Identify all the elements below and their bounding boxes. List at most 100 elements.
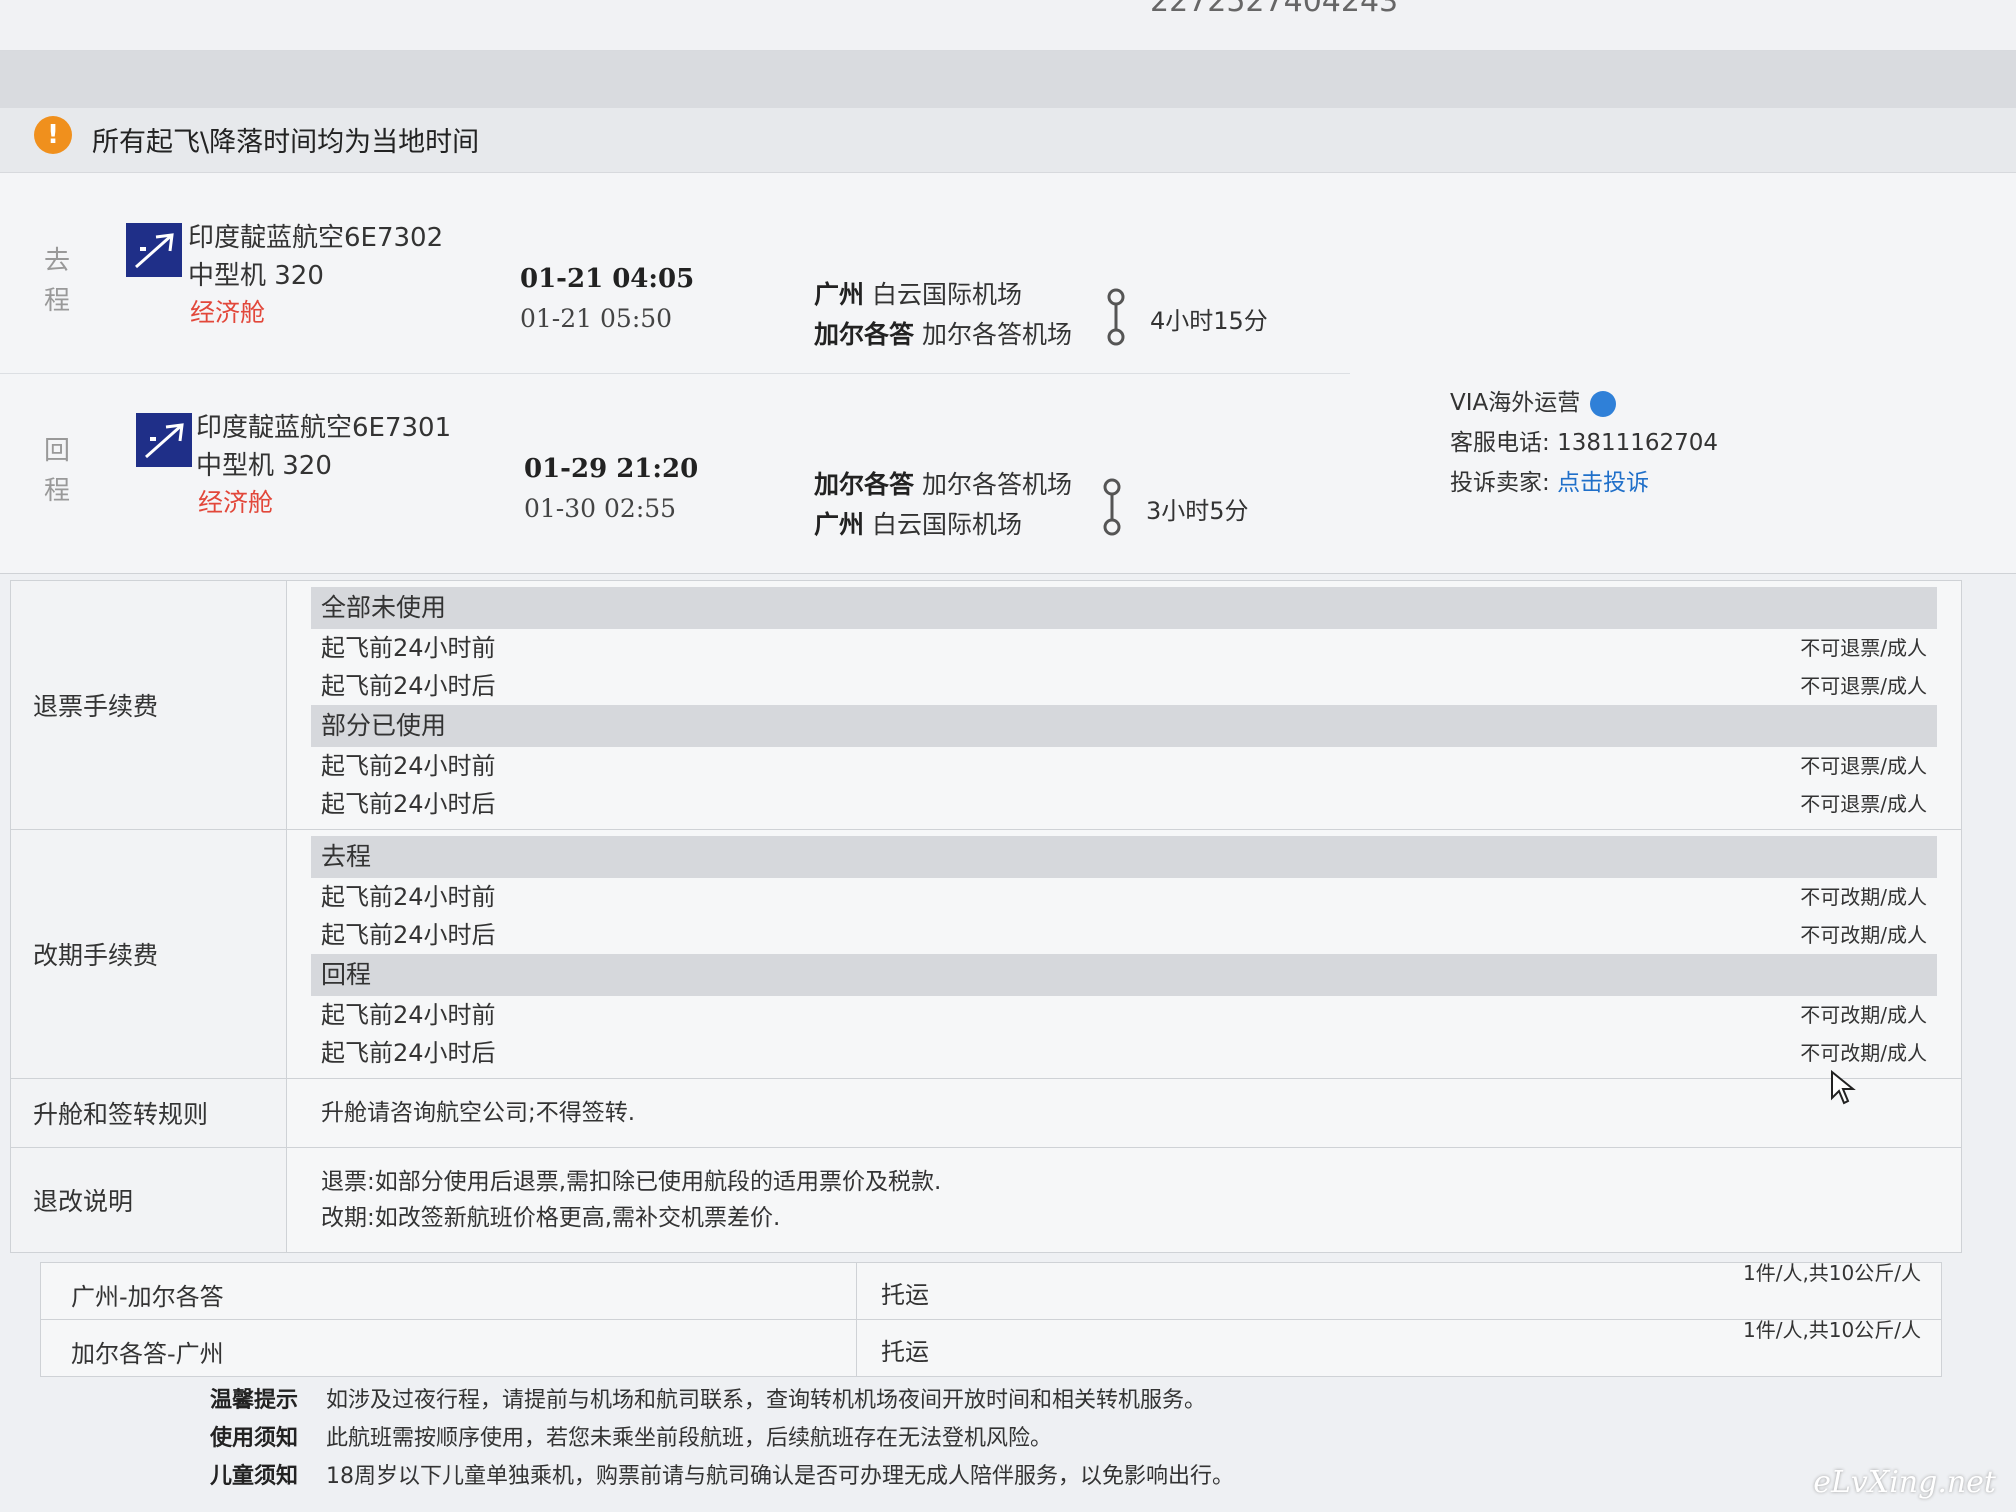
baggage-allowance: 1件/人,共10公斤/人 xyxy=(1742,1318,1921,1342)
rule-fee: 不可退票/成人 xyxy=(1800,792,1927,816)
refund-body: 全部未使用 起飞前24小时前 不可退票/成人 起飞前24小时后 不可退票/成人 部分… xyxy=(287,581,1961,829)
upgrade-section: 升舱和签转规则 升舱请咨询航空公司;不得签转. xyxy=(11,1079,1961,1148)
rule-fee: 不可退票/成人 xyxy=(1800,636,1927,660)
refund-section: 退票手续费 全部未使用 起飞前24小时前 不可退票/成人 起飞前24小时后 不可退票… xyxy=(11,581,1961,830)
change-rule-line: 起飞前24小时前 不可改期/成人 xyxy=(311,996,1937,1034)
route-connector-icon xyxy=(1107,288,1125,346)
explain-text: 退票:如部分使用后退票,需扣除已使用航段的适用票价及税款. 改期:如改签新航班价… xyxy=(311,1154,1937,1246)
baggage-row: 广州-加尔各答 托运 1件/人,共10公斤/人 xyxy=(41,1261,1941,1320)
change-section: 改期手续费 去程 起飞前24小时前 不可改期/成人 起飞前24小时后 不可改期/成人… xyxy=(11,830,1961,1079)
upgrade-text: 升舱请咨询航空公司;不得签转. xyxy=(321,1100,636,1126)
baggage-type: 托运 xyxy=(881,1281,929,1309)
tip-label: 使用须知 xyxy=(210,1426,299,1451)
info-icon[interactable] xyxy=(1590,390,1617,417)
refund-label-cell: 退票手续费 xyxy=(11,581,287,829)
arrive-airport: 白云国际机场 xyxy=(871,510,1022,539)
tip-label: 温馨提示 xyxy=(210,1388,299,1413)
explain-body: 退票:如部分使用后退票,需扣除已使用航段的适用票价及税款. 改期:如改签新航班价… xyxy=(287,1148,1961,1252)
aircraft-type: 中型机 320 xyxy=(188,261,324,291)
airports: 加尔各答 加尔各答机场 广州 白云国际机场 xyxy=(814,465,1072,545)
timezone-notice: ! 所有起飞\降落时间均为当地时间 xyxy=(0,108,2016,173)
notice-text: 所有起飞\降落时间均为当地时间 xyxy=(92,127,480,158)
change-group-title: 回程 xyxy=(311,954,1937,996)
arrive-airport: 加尔各答机场 xyxy=(921,320,1072,349)
airline-info: 印度靛蓝航空6E7301 中型机 320 xyxy=(196,409,451,485)
upgrade-body: 升舱请咨询航空公司;不得签转. xyxy=(287,1079,1961,1147)
refund-label: 退票手续费 xyxy=(33,692,159,721)
aircraft-type: 中型机 320 xyxy=(196,451,332,481)
baggage-row: 加尔各答-广州 托运 1件/人,共10公斤/人 xyxy=(41,1318,1941,1376)
rule-text: 起飞前24小时前 xyxy=(321,883,496,911)
flight-row-outbound: 去 程 印度靛蓝航空6E7302 中型机 320 经济舱 01-21 04:05… xyxy=(0,183,1350,374)
refund-group-title: 部分已使用 xyxy=(311,705,1937,747)
change-rule-line: 起飞前24小时后 不可改期/成人 xyxy=(311,916,1937,954)
tip-row: 儿童须知 18周岁以下儿童单独乘机，购票前请与航司确认是否可办理无成人陪伴服务，以… xyxy=(210,1458,1234,1496)
tips-section: 温馨提示 如涉及过夜行程，请提前与机场和航司联系，查询转机机场夜间开放时间和相关转… xyxy=(210,1382,1234,1496)
complaint-link[interactable]: 点击投诉 xyxy=(1557,470,1649,496)
tip-text: 18周岁以下儿童单独乘机，购票前请与航司确认是否可办理无成人陪伴服务，以免影响出… xyxy=(326,1464,1234,1489)
flight-times: 01-21 04:05 01-21 05:50 xyxy=(520,259,694,339)
flight-duration: 4小时15分 xyxy=(1150,307,1268,335)
baggage-route-cell: 加尔各答-广州 xyxy=(41,1320,857,1376)
rule-text: 起飞前24小时前 xyxy=(321,752,496,780)
header-band xyxy=(0,51,2016,109)
change-group-title: 去程 xyxy=(311,836,1937,878)
change-body: 去程 起飞前24小时前 不可改期/成人 起飞前24小时后 不可改期/成人 回程 起飞… xyxy=(287,830,1961,1078)
tip-row: 温馨提示 如涉及过夜行程，请提前与机场和航司联系，查询转机机场夜间开放时间和相关转… xyxy=(210,1382,1234,1420)
tip-row: 使用须知 此航班需按顺序使用，若您未乘坐前段航班，后续航班存在无法登机风险。 xyxy=(210,1420,1234,1458)
airports: 广州 白云国际机场 加尔各答 加尔各答机场 xyxy=(814,275,1072,355)
vendor-title: VIA海外运营 xyxy=(1450,390,1581,416)
explain-label: 退改说明 xyxy=(33,1187,134,1216)
refund-rule-line: 起飞前24小时前 不可退票/成人 xyxy=(311,747,1937,785)
rule-fee: 不可改期/成人 xyxy=(1800,1003,1927,1027)
change-label-cell: 改期手续费 xyxy=(11,830,287,1078)
change-rule-line: 起飞前24小时后 不可改期/成人 xyxy=(311,1034,1937,1072)
phone-number: 13811162704 xyxy=(1557,430,1719,456)
arrive-time: 01-30 02:55 xyxy=(524,494,677,523)
watermark: eLvXing.net xyxy=(1813,1465,1996,1500)
depart-time: 01-21 04:05 xyxy=(520,264,695,294)
refund-rule-line: 起飞前24小时后 不可退票/成人 xyxy=(311,667,1937,705)
baggage-type: 托运 xyxy=(881,1338,929,1366)
change-rule-line: 起飞前24小时前 不可改期/成人 xyxy=(311,878,1937,916)
explain-label-cell: 退改说明 xyxy=(11,1148,287,1252)
tip-text: 此航班需按顺序使用，若您未乘坐前段航班，后续航班存在无法登机风险。 xyxy=(326,1426,1053,1451)
direction-label: 去 程 xyxy=(44,246,71,316)
rule-fee: 不可改期/成人 xyxy=(1800,923,1927,947)
rule-fee: 不可改期/成人 xyxy=(1800,885,1927,909)
airline-logo-icon xyxy=(136,413,192,467)
arrive-time: 01-21 05:50 xyxy=(520,304,673,333)
baggage-route-cell: 广州-加尔各答 xyxy=(41,1263,857,1319)
flight-panel: 去 程 印度靛蓝航空6E7302 中型机 320 经济舱 01-21 04:05… xyxy=(0,173,2016,574)
baggage-route: 广州-加尔各答 xyxy=(71,1283,224,1311)
direction-label: 回 程 xyxy=(44,436,71,506)
depart-city: 加尔各答 xyxy=(814,470,915,499)
upgrade-label-cell: 升舱和签转规则 xyxy=(11,1079,287,1147)
upgrade-label: 升舱和签转规则 xyxy=(33,1100,209,1129)
airline-flight: 印度靛蓝航空6E7301 xyxy=(196,413,452,443)
rule-fee: 不可改期/成人 xyxy=(1800,1041,1927,1065)
tip-label: 儿童须知 xyxy=(210,1464,299,1489)
explain-change: 改期:如改签新航班价格更高,需补交机票差价. xyxy=(321,1205,781,1231)
rule-text: 起飞前24小时前 xyxy=(321,1001,496,1029)
baggage-allowance: 1件/人,共10公斤/人 xyxy=(1742,1261,1921,1285)
rule-text: 起飞前24小时后 xyxy=(321,672,496,700)
tip-text: 如涉及过夜行程，请提前与机场和航司联系，查询转机机场夜间开放时间和相关转机服务。 xyxy=(326,1388,1207,1413)
complaint-label: 投诉卖家: xyxy=(1450,470,1550,496)
airline-logo-icon xyxy=(126,223,182,277)
phone-label: 客服电话: xyxy=(1450,430,1550,456)
explain-refund: 退票:如部分使用后退票,需扣除已使用航段的适用票价及税款. xyxy=(321,1169,942,1195)
rule-fee: 不可退票/成人 xyxy=(1800,754,1927,778)
ticket-rules-table: 退票手续费 全部未使用 起飞前24小时前 不可退票/成人 起飞前24小时后 不可退票… xyxy=(10,580,1962,1253)
arrive-city: 广州 xyxy=(814,510,865,539)
depart-city: 广州 xyxy=(814,280,865,309)
refund-rule-line: 起飞前24小时后 不可退票/成人 xyxy=(311,785,1937,823)
airline-info: 印度靛蓝航空6E7302 中型机 320 xyxy=(188,219,443,295)
warning-icon: ! xyxy=(34,116,72,154)
mouse-cursor-icon xyxy=(1831,1070,1856,1105)
cabin-class: 经济舱 xyxy=(198,488,274,517)
flight-duration: 3小时5分 xyxy=(1146,497,1249,525)
change-label: 改期手续费 xyxy=(33,941,159,970)
order-number: 2272527404243 xyxy=(1150,0,1399,19)
baggage-route: 加尔各答-广州 xyxy=(71,1340,224,1368)
